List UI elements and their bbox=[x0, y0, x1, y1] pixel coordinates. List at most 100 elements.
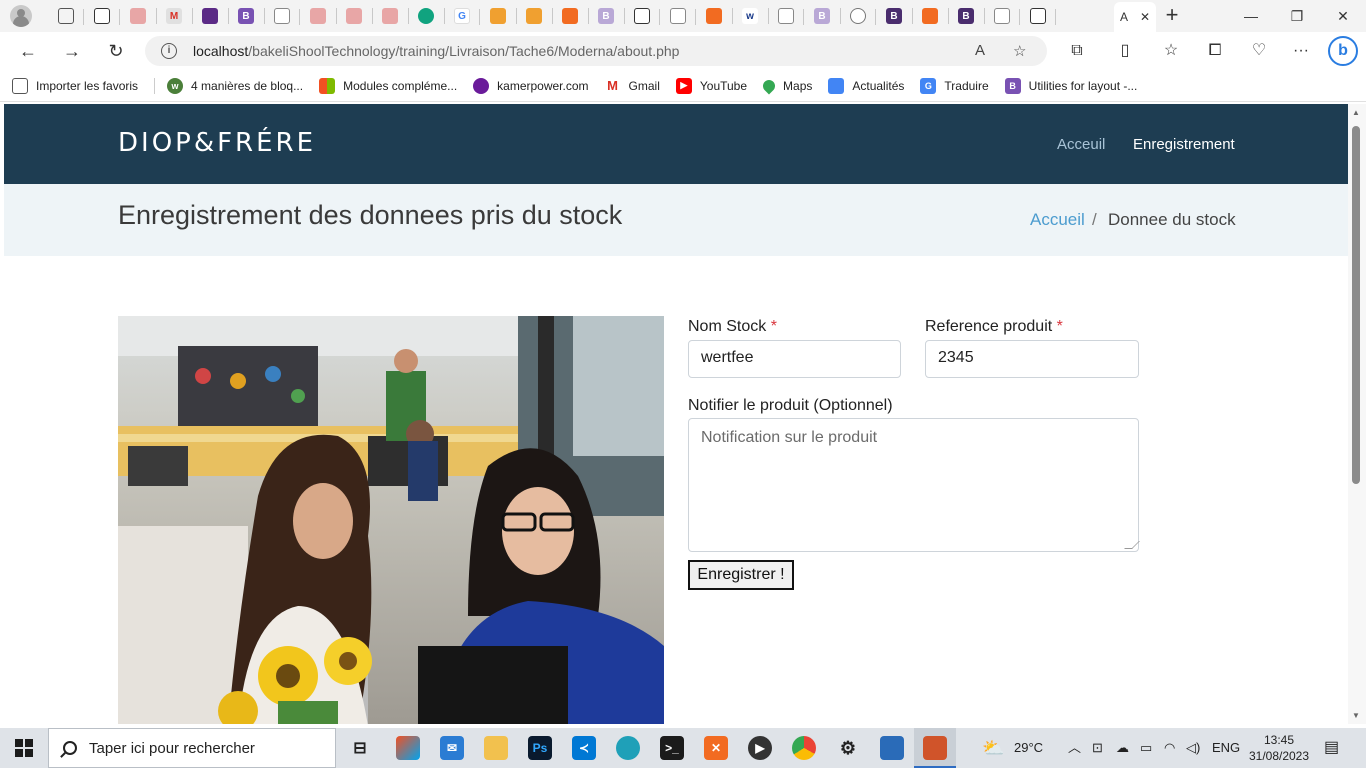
favorite-news[interactable]: Actualités bbox=[828, 77, 904, 94]
more-menu-icon[interactable]: ··· bbox=[1290, 41, 1312, 61]
enregistrer-button[interactable]: Enregistrer ! bbox=[688, 560, 794, 590]
minimize-icon[interactable]: — bbox=[1228, 0, 1274, 32]
vscode-icon[interactable]: ≺ bbox=[572, 736, 596, 760]
remote-desktop-icon[interactable] bbox=[880, 736, 904, 760]
read-aloud-icon[interactable]: A bbox=[975, 42, 985, 59]
git-gui-icon[interactable] bbox=[923, 736, 947, 760]
favorite-wikihow[interactable]: w 4 manières de bloq... bbox=[167, 77, 303, 94]
workspaces-icon[interactable] bbox=[58, 8, 84, 25]
microsoft-store-icon[interactable] bbox=[396, 736, 420, 760]
favorite-import[interactable]: Importer les favoris bbox=[12, 77, 138, 94]
language-indicator[interactable]: ENG bbox=[1212, 728, 1240, 768]
file-explorer-icon[interactable] bbox=[484, 736, 508, 760]
taskbar-search[interactable]: Taper ici pour rechercher bbox=[48, 728, 336, 768]
tab-bootstrap-icon[interactable]: B bbox=[958, 8, 985, 24]
task-view-icon[interactable]: ⊟ bbox=[348, 736, 372, 760]
active-tab[interactable]: A ✕ bbox=[1114, 2, 1156, 32]
tab-page-icon[interactable] bbox=[670, 8, 696, 25]
favorite-kamerpower[interactable]: kamerpower.com bbox=[473, 77, 589, 94]
nom-stock-input[interactable]: wertfee bbox=[688, 340, 901, 378]
volume-icon[interactable]: ◁) bbox=[1186, 728, 1200, 768]
breadcrumb-home[interactable]: Accueil bbox=[1030, 210, 1085, 230]
page-scrollbar[interactable]: ▲ ▼ bbox=[1348, 104, 1366, 724]
weather-icon[interactable]: ⛅ bbox=[982, 728, 1004, 768]
xampp-icon[interactable]: ✕ bbox=[704, 736, 728, 760]
favorites-icon[interactable]: ☆ bbox=[1160, 41, 1182, 61]
tab-bootstrap-icon[interactable]: B bbox=[238, 8, 265, 24]
onedrive-warning-icon[interactable]: ☁ bbox=[1116, 728, 1129, 768]
favorite-gmail[interactable]: M Gmail bbox=[604, 77, 660, 94]
tab-page-icon[interactable] bbox=[778, 8, 804, 25]
tab-pdf-icon[interactable] bbox=[382, 8, 409, 24]
weather-temp[interactable]: 29°C bbox=[1014, 728, 1043, 768]
tab-pdf-icon[interactable] bbox=[130, 8, 157, 24]
site-logo[interactable]: DIOP&FRÉRE bbox=[118, 128, 316, 158]
scroll-up-icon[interactable]: ▲ bbox=[1352, 108, 1360, 117]
battery-icon[interactable]: ▭ bbox=[1140, 728, 1152, 768]
terminal-icon[interactable]: >_ bbox=[660, 736, 684, 760]
resize-handle-icon[interactable] bbox=[1124, 541, 1140, 549]
settings-icon[interactable]: ⚙ bbox=[836, 736, 860, 760]
new-tab-button[interactable]: + bbox=[1160, 4, 1184, 28]
restore-icon[interactable]: ❐ bbox=[1274, 0, 1320, 32]
close-window-icon[interactable]: ✕ bbox=[1320, 0, 1366, 32]
tab-pma-icon[interactable] bbox=[490, 8, 517, 24]
url-text[interactable]: localhost/bakeliShoolTechnology/training… bbox=[193, 43, 679, 59]
bing-copilot-icon[interactable]: b bbox=[1328, 36, 1358, 66]
address-bar[interactable]: i localhost/bakeliShoolTechnology/traini… bbox=[145, 36, 1047, 66]
tab-page-icon[interactable] bbox=[634, 8, 660, 25]
tab-gmail-icon[interactable]: M bbox=[166, 8, 193, 24]
tab-actions-icon[interactable] bbox=[94, 8, 120, 25]
favorite-maps[interactable]: Maps bbox=[760, 77, 812, 94]
tab-bootstrap-icon[interactable]: B bbox=[598, 8, 625, 24]
tab-xampp-icon[interactable] bbox=[562, 8, 589, 24]
scrollbar-thumb[interactable] bbox=[1352, 126, 1360, 484]
mail-icon[interactable]: ✉ bbox=[440, 736, 464, 760]
notification-textarea[interactable]: Notification sur le produit bbox=[688, 418, 1140, 552]
tab-pdf-icon[interactable] bbox=[310, 8, 337, 24]
wifi-icon[interactable]: ◠ bbox=[1164, 728, 1175, 768]
tab-bootstrap-icon[interactable]: B bbox=[814, 8, 841, 24]
split-screen-icon[interactable]: ▯ bbox=[1114, 41, 1136, 61]
reference-input[interactable]: 2345 bbox=[925, 340, 1139, 378]
add-favorite-icon[interactable]: ☆ bbox=[1013, 42, 1026, 60]
tab-chatgpt-icon[interactable] bbox=[418, 8, 445, 24]
meet-now-icon[interactable]: ⊡ bbox=[1092, 728, 1103, 768]
close-tab-icon[interactable]: ✕ bbox=[1140, 10, 1150, 24]
collections-icon[interactable]: ⧠ bbox=[1204, 41, 1226, 61]
tab-xampp-icon[interactable] bbox=[706, 8, 733, 24]
scroll-down-icon[interactable]: ▼ bbox=[1352, 711, 1360, 720]
tab-xampp-icon[interactable] bbox=[922, 8, 949, 24]
tab-pdf-icon[interactable] bbox=[346, 8, 373, 24]
tab-google-icon[interactable]: G bbox=[454, 8, 480, 25]
favorite-microsoft[interactable]: Modules compléme... bbox=[319, 77, 457, 94]
nav-enregistrement[interactable]: Enregistrement bbox=[1133, 136, 1235, 153]
refresh-icon[interactable]: ↻ bbox=[103, 39, 129, 63]
favorite-bootstrap[interactable]: B Utilities for layout -... bbox=[1004, 77, 1137, 94]
edge-icon[interactable] bbox=[616, 736, 640, 760]
nav-acceuil[interactable]: Acceuil bbox=[1057, 136, 1105, 153]
media-player-icon[interactable]: ▶ bbox=[748, 736, 772, 760]
site-info-icon[interactable]: i bbox=[161, 43, 177, 59]
back-icon[interactable]: ← bbox=[15, 39, 41, 63]
taskbar-clock[interactable]: 13:45 31/08/2023 bbox=[1244, 732, 1314, 764]
photoshop-icon[interactable]: Ps bbox=[528, 736, 552, 760]
profile-avatar-icon[interactable] bbox=[10, 5, 32, 27]
tab-colorlib-icon[interactable] bbox=[202, 8, 229, 24]
tab-globe-icon[interactable] bbox=[850, 8, 876, 25]
favorite-youtube[interactable]: ▶ YouTube bbox=[675, 77, 747, 94]
show-hidden-icons-icon[interactable]: ︿ bbox=[1068, 728, 1081, 768]
notifications-icon[interactable]: ▤ bbox=[1324, 728, 1339, 768]
tab-page-icon[interactable] bbox=[1030, 8, 1056, 25]
tab-page-icon[interactable] bbox=[274, 8, 300, 25]
tab-bootstrap-icon[interactable]: B bbox=[886, 8, 913, 24]
extensions-icon[interactable]: ⧉ bbox=[1066, 41, 1088, 61]
start-button[interactable] bbox=[0, 728, 48, 768]
tab-w-icon[interactable]: w bbox=[742, 8, 769, 24]
tab-page-icon[interactable] bbox=[994, 8, 1020, 25]
tab-pma-icon[interactable] bbox=[526, 8, 553, 24]
chrome-icon[interactable] bbox=[792, 736, 816, 760]
forward-icon[interactable]: → bbox=[59, 39, 85, 63]
performance-icon[interactable]: ♡ bbox=[1248, 41, 1270, 61]
favorite-translate[interactable]: G Traduire bbox=[920, 77, 989, 94]
